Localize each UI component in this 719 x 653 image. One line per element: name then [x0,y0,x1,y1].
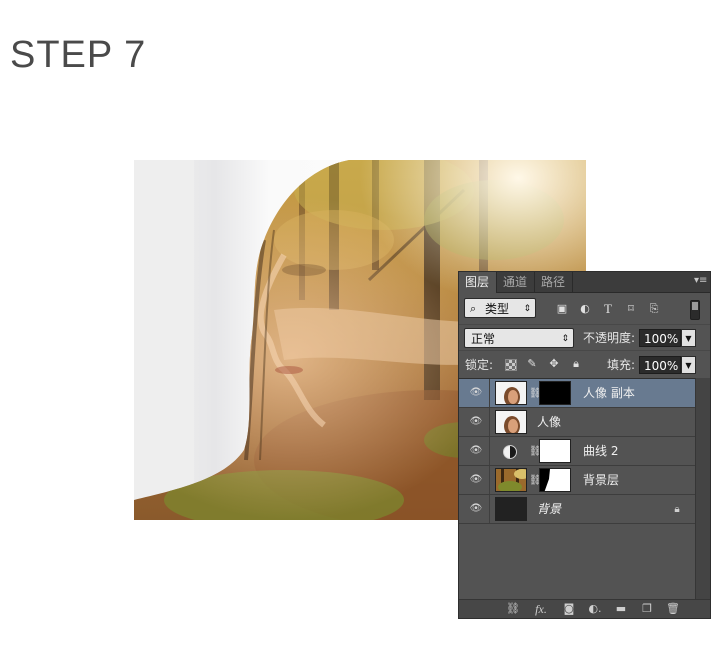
filter-toggle[interactable] [690,300,700,320]
chain-link-icon[interactable]: ⛓︎ [529,388,542,400]
layers-panel: 图层 通道 路径 ▾≡ ⌕ 类型 ⇕ ▣ ◐ T ⌑ ⎘ 正常 ⇕ 不透明度: … [458,271,711,619]
fx-icon[interactable]: fx. [533,602,549,616]
layer-thumbnail [495,381,527,405]
adjustment-layer-icon [503,445,517,459]
layer-mask-thumbnail[interactable] [539,468,571,492]
lock-row: 锁定: ✎ ✥ 🔒︎ 填充: 100% ▼ [459,350,710,379]
eye-icon[interactable]: 👁︎ [469,474,483,486]
layer-mask-thumbnail[interactable] [539,381,571,405]
step-title: STEP 7 [10,34,147,76]
tab-channels[interactable]: 通道 [497,272,535,292]
eye-icon[interactable]: 👁︎ [469,387,483,399]
image-filter-icon[interactable]: ▣ [555,302,569,316]
layer-thumbnail [495,468,527,492]
layer-name: 人像 副本 [583,386,635,400]
updown-arrow-icon: ⇕ [523,304,531,314]
panel-footer: ⛓︎ fx. ◙ ◐. ▬ ❐ 🗑︎ [459,599,710,618]
layer-mask-thumbnail[interactable] [539,439,571,463]
new-group-icon[interactable]: ▬ [613,602,629,616]
new-adjustment-icon[interactable]: ◐. [587,602,603,616]
layer-thumbnail [495,497,527,521]
layer-row-background-layer[interactable]: 👁︎ ⛓︎ 背景层 [459,466,697,495]
chain-link-icon[interactable]: ⛓︎ [529,446,542,458]
layer-list-scrollbar[interactable] [695,378,710,602]
new-layer-icon[interactable]: ❐ [639,602,655,616]
lock-move-icon[interactable]: ✥ [547,357,561,371]
eye-icon[interactable]: 👁︎ [469,445,483,457]
lock-brush-icon[interactable]: ✎ [525,357,539,371]
fill-input[interactable]: 100% [639,356,681,374]
fill-label: 填充: [607,358,636,372]
layer-name: 背景层 [583,473,620,487]
eye-icon[interactable]: 👁︎ [469,416,483,428]
filter-type-select[interactable]: ⌕ 类型 ⇕ [464,298,536,318]
eye-icon[interactable]: 👁︎ [469,503,483,515]
layer-list: 👁︎ ⛓︎ 人像 副本 👁︎ 人像 👁︎ ⛓︎ 曲线 2 👁︎ ⛓︎ 背景层 👁… [459,378,697,603]
opacity-input[interactable]: 100% [639,329,681,347]
panel-tabbar: 图层 通道 路径 ▾≡ [459,272,710,293]
blend-row: 正常 ⇕ 不透明度: 100% ▼ [459,324,710,351]
add-mask-icon[interactable]: ◙ [561,602,577,616]
layer-row-portrait[interactable]: 👁︎ 人像 [459,408,697,437]
lock-icon: 🔒︎ [674,504,680,515]
layer-name: 人像 [537,415,562,429]
lock-transparent-icon[interactable] [505,359,517,371]
lock-all-icon[interactable]: 🔒︎ [569,357,583,371]
opacity-label: 不透明度: [583,331,636,345]
layer-row-portrait-copy[interactable]: 👁︎ ⛓︎ 人像 副本 [459,379,697,408]
updown-arrow-icon: ⇕ [561,334,569,344]
layer-name: 背景 [537,502,562,516]
panel-menu-icon[interactable]: ▾≡ [694,275,707,287]
filter-row: ⌕ 类型 ⇕ ▣ ◐ T ⌑ ⎘ [459,294,710,324]
blend-mode-select[interactable]: 正常 ⇕ [464,328,574,348]
tab-layers[interactable]: 图层 [459,272,497,293]
layer-name: 曲线 2 [583,444,619,458]
adjustment-filter-icon[interactable]: ◐ [578,302,592,316]
opacity-dropdown-button[interactable]: ▼ [681,329,696,347]
layer-thumbnail [495,410,527,434]
trash-icon[interactable]: 🗑︎ [665,602,681,616]
tab-paths[interactable]: 路径 [535,272,573,292]
type-filter-icon[interactable]: T [601,302,615,316]
fill-dropdown-button[interactable]: ▼ [681,356,696,374]
search-icon: ⌕ [470,302,477,315]
shape-filter-icon[interactable]: ⌑ [624,302,638,316]
lock-label: 锁定: [465,358,494,372]
layer-row-curves-2[interactable]: 👁︎ ⛓︎ 曲线 2 [459,437,697,466]
smart-object-filter-icon[interactable]: ⎘ [647,302,661,316]
link-layers-icon[interactable]: ⛓︎ [505,602,521,616]
layer-row-background[interactable]: 👁︎ 背景 🔒︎ [459,495,697,524]
chain-link-icon[interactable]: ⛓︎ [529,475,542,487]
